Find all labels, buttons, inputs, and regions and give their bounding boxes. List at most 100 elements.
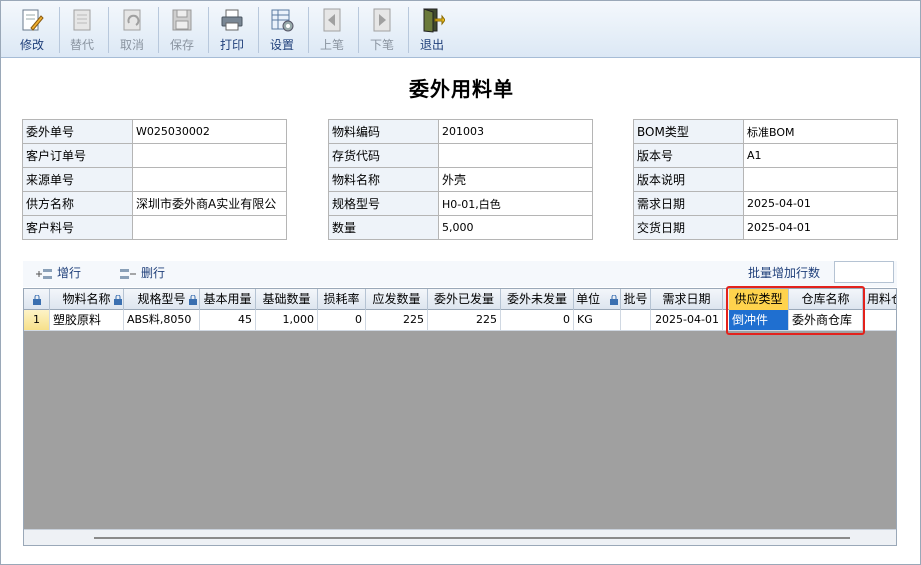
inventory-code-field[interactable] [438, 143, 593, 168]
row-header-corner [24, 289, 50, 310]
next-record-label: 下笔 [369, 38, 394, 52]
delete-row-button[interactable]: 删行 [119, 264, 165, 281]
highlight-box [726, 286, 865, 335]
field-label: 规格型号 [328, 191, 439, 216]
column-header-issued-quantity[interactable]: 委外已发量 [428, 289, 501, 310]
order-info-fields: 委外单号 W025030002 客户订单号 来源单号 供方名称 深圳市委外商A实业有… [22, 119, 287, 240]
bom-info-fields: BOM类型 标准BOM 版本号 A1 版本说明 需求日期 2025-04-01 交货日… [633, 119, 898, 240]
cell-issue-quantity[interactable]: 225 [366, 310, 428, 331]
column-header-issue-quantity[interactable]: 应发数量 [366, 289, 428, 310]
cell-batch-no[interactable] [621, 310, 651, 331]
column-header-batch-no[interactable]: 批号 [621, 289, 651, 310]
delivery-date-field[interactable]: 2025-04-01 [743, 215, 898, 240]
version-no-field[interactable]: A1 [743, 143, 898, 168]
field-label: 版本号 [633, 143, 744, 168]
lock-icon [32, 294, 41, 305]
exit-button-label: 退出 [419, 38, 444, 52]
field-label: BOM类型 [633, 119, 744, 144]
column-header-loss-rate[interactable]: 损耗率 [318, 289, 366, 310]
batch-add-rows-input[interactable] [834, 261, 894, 283]
customer-order-no-field[interactable] [132, 143, 287, 168]
required-date-field[interactable]: 2025-04-01 [743, 191, 898, 216]
exit-button[interactable]: 退出 [408, 3, 456, 55]
field-label: 供方名称 [22, 191, 133, 216]
material-info-fields: 物料编码 201003 存货代码 物料名称 外壳 规格型号 H0-01,白色 数量 5,… [328, 119, 593, 240]
source-order-no-field[interactable] [132, 167, 287, 192]
version-description-field[interactable] [743, 167, 898, 192]
field-label: 存货代码 [328, 143, 439, 168]
customer-part-no-field[interactable] [132, 215, 287, 240]
next-record-button[interactable]: 下笔 [358, 3, 406, 55]
quantity-field[interactable]: 5,000 [438, 215, 593, 240]
cell-base-quantity[interactable]: 1,000 [256, 310, 318, 331]
supplier-name-field[interactable]: 深圳市委外商A实业有限公 [132, 191, 287, 216]
batch-add-rows-label: 批量增加行数 [748, 266, 821, 280]
window: 修改 替代 取消 保存 打印 设置 上笔 下笔 退出 委外用料单 委外单号 W0… [0, 0, 921, 565]
field-label: 来源单号 [22, 167, 133, 192]
field-label: 客户订单号 [22, 143, 133, 168]
column-header-required-date[interactable]: 需求日期 [651, 289, 723, 310]
print-button[interactable]: 打印 [208, 3, 256, 55]
material-name-field[interactable]: 外壳 [438, 167, 593, 192]
cell-specification[interactable]: ABS料,8050 [124, 310, 200, 331]
previous-record-button[interactable]: 上笔 [308, 3, 356, 55]
field-label: 客户料号 [22, 215, 133, 240]
row-toolbar: 增行 删行 批量增加行数 [23, 261, 897, 287]
add-row-button[interactable]: 增行 [35, 264, 81, 281]
column-header-base-quantity[interactable]: 基础数量 [256, 289, 318, 310]
delete-row-icon [120, 268, 136, 279]
cell-loss-rate[interactable]: 0 [318, 310, 366, 331]
cell-material-warehouse[interactable] [863, 310, 896, 331]
cell-unit[interactable]: KG [574, 310, 621, 331]
save-button-label: 保存 [169, 38, 194, 52]
exit-icon [423, 8, 445, 33]
edit-button-label: 修改 [19, 38, 44, 52]
edit-button[interactable]: 修改 [8, 3, 56, 55]
cell-issued-quantity[interactable]: 225 [428, 310, 501, 331]
material-code-field[interactable]: 201003 [438, 119, 593, 144]
cell-required-date[interactable]: 2025-04-01 [651, 310, 723, 331]
substitute-button-label: 替代 [69, 38, 94, 52]
outsourcing-order-no-field[interactable]: W025030002 [132, 119, 287, 144]
column-header-base-usage[interactable]: 基本用量 [200, 289, 256, 310]
form-title: 委外用料单 [409, 77, 514, 101]
field-label: 版本说明 [633, 167, 744, 192]
column-header-unit[interactable]: 单位 [574, 289, 621, 310]
field-label: 委外单号 [22, 119, 133, 144]
lock-icon [609, 294, 618, 305]
lock-icon [112, 289, 124, 310]
cancel-button-label: 取消 [119, 38, 144, 52]
field-label: 需求日期 [633, 191, 744, 216]
next-icon [373, 8, 391, 32]
settings-button-label: 设置 [269, 38, 294, 52]
cancel-button[interactable]: 取消 [108, 3, 156, 55]
substitute-button[interactable]: 替代 [58, 3, 106, 55]
field-label: 数量 [328, 215, 439, 240]
horizontal-scrollbar[interactable] [24, 529, 896, 545]
specification-field[interactable]: H0-01,白色 [438, 191, 593, 216]
previous-icon [323, 8, 341, 32]
row-number: 1 [24, 310, 50, 331]
cell-material-name[interactable]: 塑胶原料 [50, 310, 124, 331]
settings-button[interactable]: 设置 [258, 3, 306, 55]
print-button-label: 打印 [219, 38, 244, 52]
bom-type-field[interactable]: 标准BOM [743, 119, 898, 144]
add-row-label: 增行 [57, 266, 82, 280]
undo-icon [123, 9, 141, 31]
edit-icon [22, 9, 44, 31]
settings-icon [271, 9, 294, 32]
cell-base-usage[interactable]: 45 [200, 310, 256, 331]
field-label: 交货日期 [633, 215, 744, 240]
add-row-icon [36, 268, 52, 279]
toolbar: 修改 替代 取消 保存 打印 设置 上笔 下笔 退出 [1, 1, 920, 58]
field-label: 物料编码 [328, 119, 439, 144]
column-header-unissued-quantity[interactable]: 委外未发量 [501, 289, 574, 310]
delete-row-label: 删行 [141, 266, 166, 280]
scrollbar-thumb[interactable] [94, 537, 850, 539]
field-label: 物料名称 [328, 167, 439, 192]
cell-unissued-quantity[interactable]: 0 [501, 310, 574, 331]
column-header-material-warehouse[interactable]: 用料仓 [863, 289, 896, 310]
lock-icon [186, 289, 200, 310]
printer-icon [221, 9, 243, 31]
save-button[interactable]: 保存 [158, 3, 206, 55]
